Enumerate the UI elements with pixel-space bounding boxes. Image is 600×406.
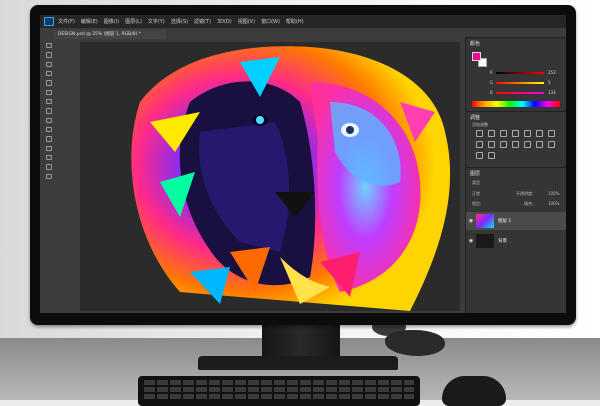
color-spectrum[interactable] [472, 101, 560, 107]
pen-tool-icon[interactable] [46, 173, 52, 179]
gradient-tool-icon[interactable] [46, 145, 52, 151]
document-tab[interactable]: DESIGN.psd @ 25% (图层 1, RGB/8) * [54, 30, 166, 39]
crop-tool-icon[interactable] [46, 80, 52, 86]
slider-g[interactable]: G 5 [490, 80, 551, 85]
layer-filter-kind[interactable]: 类型 [472, 180, 480, 186]
color-balance-icon[interactable] [548, 130, 555, 137]
lasso-tool-icon[interactable] [46, 61, 52, 67]
mouse [442, 376, 506, 406]
dodge-tool-icon[interactable] [46, 164, 52, 170]
gradient-map-icon[interactable] [476, 152, 483, 159]
slider-b-value[interactable]: 133 [548, 90, 556, 95]
adjustment-icons [476, 130, 557, 159]
vibrance-icon[interactable] [524, 130, 531, 137]
move-tool-icon[interactable] [46, 43, 52, 49]
menu-filter[interactable]: 滤镜(T) [194, 18, 211, 25]
blend-mode-select[interactable]: 正常 [472, 191, 480, 197]
menu-bar: 文件(F) 编辑(E) 图像(I) 图层(L) 文字(Y) 选择(S) 滤镜(T… [40, 15, 566, 28]
hue-saturation-icon[interactable] [536, 130, 543, 137]
invert-icon[interactable] [524, 141, 531, 148]
menu-image[interactable]: 图像(I) [104, 18, 119, 25]
slider-r[interactable]: R 253 [490, 70, 556, 75]
slider-g-value[interactable]: 5 [548, 80, 551, 85]
slider-b-track[interactable] [496, 91, 544, 94]
document-canvas[interactable] [80, 42, 460, 311]
menu-edit[interactable]: 编辑(E) [81, 18, 98, 25]
selective-color-icon[interactable] [488, 152, 495, 159]
opacity-label: 不透明度: [516, 191, 534, 196]
photoshop-window: 文件(F) 编辑(E) 图像(I) 图层(L) 文字(Y) 选择(S) 滤镜(T… [40, 15, 566, 313]
tools-panel [44, 41, 54, 181]
brightness-icon[interactable] [476, 130, 483, 137]
healing-tool-icon[interactable] [46, 98, 52, 105]
adjustments-panel-title: 调整 [470, 115, 481, 121]
slider-r-value[interactable]: 253 [548, 70, 556, 75]
right-panel-dock: 颜色 R 253 G 5 B 133 调整 添加调整 图层 类型 正常 不透明度… [465, 37, 566, 313]
threshold-icon[interactable] [548, 141, 555, 148]
levels-icon[interactable] [488, 130, 495, 137]
marquee-tool-icon[interactable] [46, 52, 52, 58]
quick-select-tool-icon[interactable] [46, 70, 52, 77]
history-brush-tool-icon[interactable] [46, 126, 52, 133]
layer-name[interactable]: 图层 1 [498, 218, 511, 224]
curves-icon[interactable] [500, 130, 507, 137]
visibility-eye-icon[interactable]: ◉ [466, 238, 476, 244]
slider-b[interactable]: B 133 [490, 90, 556, 95]
channel-mixer-icon[interactable] [500, 141, 507, 148]
posterize-icon[interactable] [536, 141, 543, 148]
menu-help[interactable]: 帮助(H) [286, 18, 304, 25]
keyboard [138, 376, 420, 406]
layer-row-background[interactable]: ◉ 背景 [466, 232, 566, 250]
fill-label: 填充: [524, 201, 534, 206]
layers-panel: 图层 类型 正常 不透明度: 100% 锁定: 填充: 100% ◉ 图层 1 … [466, 167, 566, 313]
lock-label: 锁定: [472, 201, 482, 206]
key-row [144, 387, 414, 392]
layer-thumbnail [476, 214, 494, 228]
exposure-icon[interactable] [512, 130, 519, 137]
adjustments-panel: 调整 添加调整 [466, 111, 566, 166]
blur-tool-icon[interactable] [46, 154, 52, 161]
monitor: 文件(F) 编辑(E) 图像(I) 图层(L) 文字(Y) 选择(S) 滤镜(T… [30, 5, 576, 325]
menu-3d[interactable]: 3D(D) [217, 19, 232, 25]
menu-select[interactable]: 选择(S) [171, 18, 188, 25]
layer-name[interactable]: 背景 [498, 238, 507, 244]
monitor-stand-neck [262, 322, 340, 360]
menu-type[interactable]: 文字(Y) [148, 18, 165, 25]
layers-panel-title: 图层 [470, 171, 481, 177]
eraser-tool-icon[interactable] [46, 136, 52, 142]
photoshop-logo-icon [44, 17, 54, 26]
eyedropper-tool-icon[interactable] [46, 89, 52, 95]
layer-thumbnail [476, 234, 494, 248]
layer-row-layer1[interactable]: ◉ 图层 1 [466, 212, 566, 230]
monitor-stand-base [198, 356, 398, 370]
opacity-value[interactable]: 100% [548, 191, 559, 196]
menu-file[interactable]: 文件(F) [58, 18, 75, 25]
color-lookup-icon[interactable] [512, 141, 519, 148]
photo-filter-icon[interactable] [488, 141, 495, 148]
adjustments-subtitle: 添加调整 [472, 122, 488, 127]
slider-r-track[interactable] [496, 71, 544, 74]
black-white-icon[interactable] [476, 141, 483, 148]
lion-artwork [131, 46, 451, 311]
key-row [144, 380, 414, 385]
menu-window[interactable]: 窗口(W) [261, 18, 280, 25]
brush-tool-icon[interactable] [46, 108, 52, 114]
menu-layer[interactable]: 图层(L) [125, 18, 142, 25]
foreground-color-swatch[interactable] [472, 52, 481, 61]
key-row [144, 394, 414, 399]
stamp-tool-icon[interactable] [46, 117, 52, 123]
visibility-eye-icon[interactable]: ◉ [466, 218, 476, 224]
color-panel-title: 颜色 [470, 41, 481, 47]
color-panel: 颜色 R 253 G 5 B 133 [466, 37, 566, 110]
slider-g-track[interactable] [496, 81, 544, 84]
menu-view[interactable]: 视图(V) [238, 18, 255, 25]
fill-value[interactable]: 100% [548, 201, 559, 206]
